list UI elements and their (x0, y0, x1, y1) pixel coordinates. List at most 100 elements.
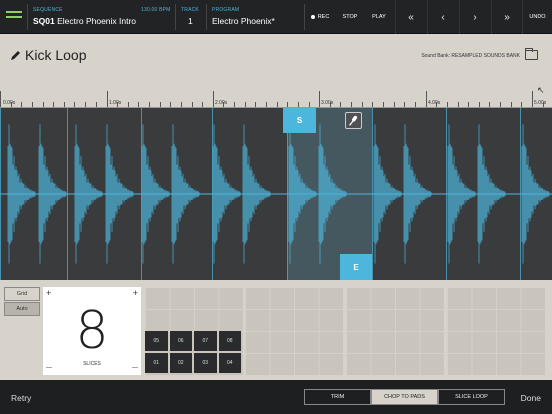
pad-grid: 05 06 07 08 01 02 03 04 (145, 331, 241, 373)
ruler-label: 2.00s (215, 100, 228, 106)
ruler-minor-tick (128, 102, 129, 107)
ruler-tick (107, 91, 108, 107)
pad[interactable]: 08 (218, 331, 241, 351)
ruler-minor-tick (192, 102, 193, 107)
auto-mode-button[interactable]: Auto (4, 302, 40, 316)
ruler-minor-tick (170, 102, 171, 107)
ruler-minor-tick (394, 102, 395, 107)
slice-count-control: + + 8 SLICES — — (43, 287, 141, 375)
ruler-minor-tick (138, 102, 139, 107)
ruler-minor-tick (64, 102, 65, 107)
pad[interactable]: 05 (145, 331, 168, 351)
rewind-start-icon[interactable]: « (395, 0, 426, 34)
ruler-minor-tick (277, 102, 278, 107)
time-ruler[interactable]: 0.00s 1.00s 2.00s 3.00s 4.00s 5.00s (0, 82, 552, 108)
stop-button[interactable]: STOP (336, 0, 364, 34)
pad-bank[interactable] (245, 287, 343, 375)
end-marker[interactable]: E (340, 254, 372, 280)
ruler-minor-tick (74, 102, 75, 107)
grid-mode-button[interactable]: Grid (4, 287, 40, 301)
pad[interactable]: 03 (194, 353, 217, 373)
increment-icon[interactable]: + (133, 289, 138, 298)
play-button[interactable]: PLAY (364, 0, 394, 34)
ruler-minor-tick (489, 102, 490, 107)
ruler-minor-tick (298, 102, 299, 107)
forward-end-icon[interactable]: » (491, 0, 522, 34)
folder-icon[interactable] (525, 48, 538, 60)
track-label: TRACK (181, 7, 199, 13)
ruler-minor-tick (53, 102, 54, 107)
ruler-minor-tick (287, 102, 288, 107)
tab-slice-loop[interactable]: SLICE LOOP (438, 389, 505, 405)
rec-label: REC (317, 14, 330, 20)
ruler-tick (532, 91, 533, 107)
slice-count[interactable]: 8 (43, 301, 141, 361)
tab-chop-to-pads[interactable]: CHOP TO PADS (371, 389, 438, 405)
ruler-minor-tick (160, 102, 161, 107)
program-value[interactable]: Electro Phoenix* (212, 16, 275, 26)
ruler-tick (426, 91, 427, 107)
pad-bank[interactable] (447, 287, 545, 375)
ruler-tick (213, 91, 214, 107)
sound-bank-label: Sound Bank: RESAMPLED SOUNDS BANK (421, 53, 520, 59)
waveform (0, 108, 552, 280)
pad-bank[interactable] (346, 287, 444, 375)
divider (206, 4, 207, 30)
program-label: PROGRAM (212, 7, 240, 13)
page-title[interactable]: Kick Loop (25, 47, 86, 63)
playhead-icon[interactable]: ↖ (537, 85, 545, 96)
divider (27, 4, 28, 30)
ruler-label: 4.00s (428, 100, 441, 106)
done-button[interactable]: Done (521, 393, 541, 403)
ruler-minor-tick (404, 102, 405, 107)
menu-icon[interactable] (6, 11, 22, 23)
ruler-minor-tick (43, 102, 44, 107)
ruler-minor-tick (21, 102, 22, 107)
ruler-minor-tick (458, 102, 459, 107)
decrement-icon[interactable]: — (132, 365, 138, 371)
ruler-minor-tick (223, 102, 224, 107)
increment-icon[interactable]: + (46, 289, 51, 298)
sequence-selector[interactable]: SQ01 Electro Phoenix Intro (33, 16, 136, 26)
ruler-minor-tick (11, 102, 12, 107)
track-value[interactable]: 1 (188, 16, 193, 26)
ruler-minor-tick (181, 102, 182, 107)
ruler-minor-tick (383, 102, 384, 107)
undo-button[interactable]: UNDO (522, 0, 552, 34)
ruler-minor-tick (468, 102, 469, 107)
ruler-label: 0.00s (3, 100, 16, 106)
ruler-minor-tick (436, 102, 437, 107)
ruler-minor-tick (351, 102, 352, 107)
ruler-label: 3.00s (321, 100, 334, 106)
step-back-icon[interactable]: ‹ (427, 0, 458, 34)
tab-trim[interactable]: TRIM (304, 389, 371, 405)
rec-button[interactable]: REC (305, 0, 335, 34)
ruler-label: 1.00s (109, 100, 122, 106)
start-marker[interactable]: S (283, 108, 316, 133)
ruler-minor-tick (202, 102, 203, 107)
step-forward-icon[interactable]: › (459, 0, 490, 34)
ruler-minor-tick (362, 102, 363, 107)
ruler-minor-tick (117, 102, 118, 107)
ruler-minor-tick (85, 102, 86, 107)
ruler-minor-tick (266, 102, 267, 107)
ruler-tick (0, 91, 1, 107)
pad[interactable]: 06 (169, 331, 192, 351)
decrement-icon[interactable]: — (46, 365, 52, 371)
ruler-label: 5.00s (534, 100, 547, 106)
pad[interactable]: 04 (218, 353, 241, 373)
ruler-minor-tick (330, 102, 331, 107)
microphone-icon[interactable] (345, 112, 362, 129)
pad[interactable]: 02 (169, 353, 192, 373)
bpm-label[interactable]: 130.00 BPM (141, 7, 171, 13)
pad[interactable]: 01 (145, 353, 168, 373)
ruler-minor-tick (521, 102, 522, 107)
sequence-label: SEQUENCE (33, 7, 63, 13)
pencil-icon (11, 51, 20, 60)
ruler-minor-tick (255, 102, 256, 107)
waveform-view[interactable] (0, 108, 552, 280)
ruler-minor-tick (511, 102, 512, 107)
pad[interactable]: 07 (194, 331, 217, 351)
divider (175, 4, 176, 30)
retry-button[interactable]: Retry (11, 393, 31, 403)
